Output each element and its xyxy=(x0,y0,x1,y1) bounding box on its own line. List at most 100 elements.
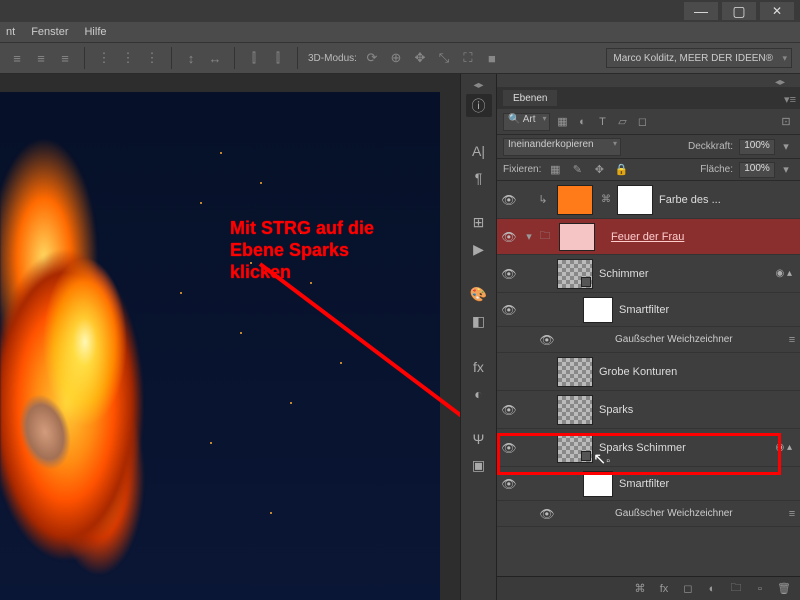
actions-icon[interactable]: ▶ xyxy=(466,238,492,261)
workspace-dropdown[interactable]: Marco Kolditz, MEER DER IDEEN® xyxy=(606,48,792,68)
layers-icon[interactable]: ▣ xyxy=(466,454,492,477)
mask-thumbnail[interactable] xyxy=(583,297,613,323)
distribute-icon[interactable]: ⋮ xyxy=(119,49,137,67)
layer-row[interactable]: 👁 ↳ ⌘ Farbe des ... xyxy=(497,181,800,219)
paragraph-icon[interactable]: ¶ xyxy=(466,166,492,189)
rotate-icon[interactable]: ⟳ xyxy=(363,49,381,67)
orbit-icon[interactable]: ⊕ xyxy=(387,49,405,67)
document-canvas[interactable]: Mit STRG auf die Ebene Sparks klicken xyxy=(0,92,440,600)
layer-row[interactable]: 👁 Smartfilter xyxy=(497,467,800,501)
layer-thumbnail[interactable] xyxy=(557,357,593,387)
menu-fenster[interactable]: Fenster xyxy=(31,26,68,38)
visibility-icon[interactable]: 👁 xyxy=(537,333,557,347)
lock-move-icon[interactable]: ✥ xyxy=(591,163,607,177)
layer-name[interactable]: Grobe Konturen xyxy=(599,366,677,378)
panel-menu-icon[interactable]: ▾≡ xyxy=(784,93,796,106)
layer-thumbnail[interactable] xyxy=(557,433,593,463)
distribute-icon[interactable]: ↕ xyxy=(182,49,200,67)
distribute-icon[interactable]: ⋮ xyxy=(95,49,113,67)
layer-name[interactable]: Sparks Schimmer xyxy=(599,442,686,454)
filter-type-icon[interactable]: T xyxy=(594,115,610,129)
filter-edit-icon[interactable]: ≡ xyxy=(784,507,800,521)
visibility-icon[interactable]: 👁 xyxy=(497,403,521,417)
visibility-icon[interactable]: 👁 xyxy=(497,477,521,491)
layer-thumbnail[interactable] xyxy=(559,223,595,251)
filter-smart-icon[interactable]: ◻ xyxy=(634,115,650,129)
filter-edit-icon[interactable]: ≡ xyxy=(784,333,800,347)
tab-ebenen[interactable]: Ebenen xyxy=(503,90,557,106)
align-icon[interactable]: ≡ xyxy=(32,49,50,67)
layer-name[interactable]: Sparks xyxy=(599,404,633,416)
link-layers-icon[interactable]: ⌘ xyxy=(632,582,648,596)
adjustment-layer-icon[interactable]: ◐ xyxy=(704,582,720,596)
glyphs-icon[interactable]: ⊞ xyxy=(466,211,492,234)
visibility-icon[interactable]: 👁 xyxy=(537,507,557,521)
fx-badge-icon[interactable]: ◉ ▴ xyxy=(775,268,792,279)
chevron-down-icon[interactable]: ▾ xyxy=(521,230,537,244)
layer-row[interactable]: 👁 Schimmer ◉ ▴ xyxy=(497,255,800,293)
styles-icon[interactable]: fx xyxy=(466,355,492,378)
fill-input[interactable]: 100% xyxy=(739,162,775,178)
layer-thumbnail[interactable] xyxy=(557,259,593,289)
lock-all-icon[interactable]: 🔒 xyxy=(613,163,629,177)
layer-row[interactable]: 👁 Sparks Schimmer ◉ ▴ xyxy=(497,429,800,467)
brushes-icon[interactable]: Ψ xyxy=(466,427,492,450)
slide-icon[interactable]: ⤡ xyxy=(435,49,453,67)
chevron-down-icon[interactable]: ▾ xyxy=(778,140,794,154)
visibility-icon[interactable]: 👁 xyxy=(497,193,521,207)
layer-mask-icon[interactable]: ◻ xyxy=(680,582,696,596)
new-layer-icon[interactable]: ▫ xyxy=(752,582,768,596)
layer-row[interactable]: 👁 Smartfilter xyxy=(497,293,800,327)
menu-truncated[interactable]: nt xyxy=(6,26,15,38)
camera-icon[interactable]: ■ xyxy=(483,49,501,67)
new-group-icon[interactable]: 🗀 xyxy=(728,582,744,596)
layer-thumbnail[interactable] xyxy=(557,185,593,215)
pan-icon[interactable]: ✥ xyxy=(411,49,429,67)
lock-paint-icon[interactable]: ✎ xyxy=(569,163,585,177)
visibility-icon[interactable]: 👁 xyxy=(497,267,521,281)
layer-thumbnail[interactable] xyxy=(557,395,593,425)
lock-transparency-icon[interactable]: ▦ xyxy=(547,163,563,177)
layer-row-sparks[interactable]: 👁 Sparks xyxy=(497,391,800,429)
chevron-down-icon[interactable]: ▾ xyxy=(778,163,794,177)
distribute-icon[interactable]: ⫿ xyxy=(269,49,287,67)
distribute-icon[interactable]: ⫿ xyxy=(245,49,263,67)
distribute-icon[interactable]: ⋮ xyxy=(143,49,161,67)
visibility-icon[interactable]: 👁 xyxy=(497,303,521,317)
fx-badge-icon[interactable]: ◉ ▴ xyxy=(775,442,792,453)
swatches-icon[interactable]: 🎨 xyxy=(466,283,492,306)
filter-adjust-icon[interactable]: ◐ xyxy=(574,115,590,129)
align-icon[interactable]: ≡ xyxy=(56,49,74,67)
smartfilter-row[interactable]: 👁 Gaußscher Weichzeichner ≡ xyxy=(497,501,800,527)
align-icon[interactable]: ≡ xyxy=(8,49,26,67)
character-icon[interactable]: A| xyxy=(466,139,492,162)
layer-name[interactable]: Schimmer xyxy=(599,268,649,280)
smartfilter-row[interactable]: 👁 Gaußscher Weichzeichner ≡ xyxy=(497,327,800,353)
minimize-button[interactable]: — xyxy=(684,2,718,20)
visibility-icon[interactable]: 👁 xyxy=(497,441,521,455)
filter-shape-icon[interactable]: ▱ xyxy=(614,115,630,129)
opacity-input[interactable]: 100% xyxy=(739,139,775,155)
mask-thumbnail[interactable] xyxy=(583,471,613,497)
collapse-icon[interactable]: ◂▸ xyxy=(465,80,493,90)
blend-mode-dropdown[interactable]: Ineinanderkopieren xyxy=(503,138,621,156)
layer-row[interactable]: Grobe Konturen xyxy=(497,353,800,391)
maximize-button[interactable]: ▢ xyxy=(722,2,756,20)
visibility-icon[interactable]: 👁 xyxy=(497,230,521,244)
layer-group-row[interactable]: 👁 ▾ 🗀 Feuer der Frau xyxy=(497,219,800,255)
info-icon[interactable]: ⓘ xyxy=(466,94,492,117)
layer-style-icon[interactable]: fx xyxy=(656,582,672,596)
layer-name[interactable]: Feuer der Frau xyxy=(611,231,684,243)
color-icon[interactable]: ◧ xyxy=(466,310,492,333)
filter-pixel-icon[interactable]: ▦ xyxy=(554,115,570,129)
filter-toggle-icon[interactable]: ⊡ xyxy=(778,115,794,129)
delete-layer-icon[interactable]: 🗑 xyxy=(776,582,792,596)
layers-list[interactable]: 👁 ↳ ⌘ Farbe des ... 👁 ▾ 🗀 Feuer der Frau… xyxy=(497,181,800,576)
layer-name[interactable]: Farbe des ... xyxy=(659,194,721,206)
filter-name[interactable]: Gaußscher Weichzeichner xyxy=(615,334,733,345)
mask-thumbnail[interactable] xyxy=(617,185,653,215)
filter-type-dropdown[interactable]: 🔍 Art xyxy=(503,113,550,131)
collapse-icon[interactable]: ◂▸ xyxy=(766,77,794,87)
filter-name[interactable]: Gaußscher Weichzeichner xyxy=(615,508,733,519)
distribute-icon[interactable]: ↔ xyxy=(206,49,224,67)
